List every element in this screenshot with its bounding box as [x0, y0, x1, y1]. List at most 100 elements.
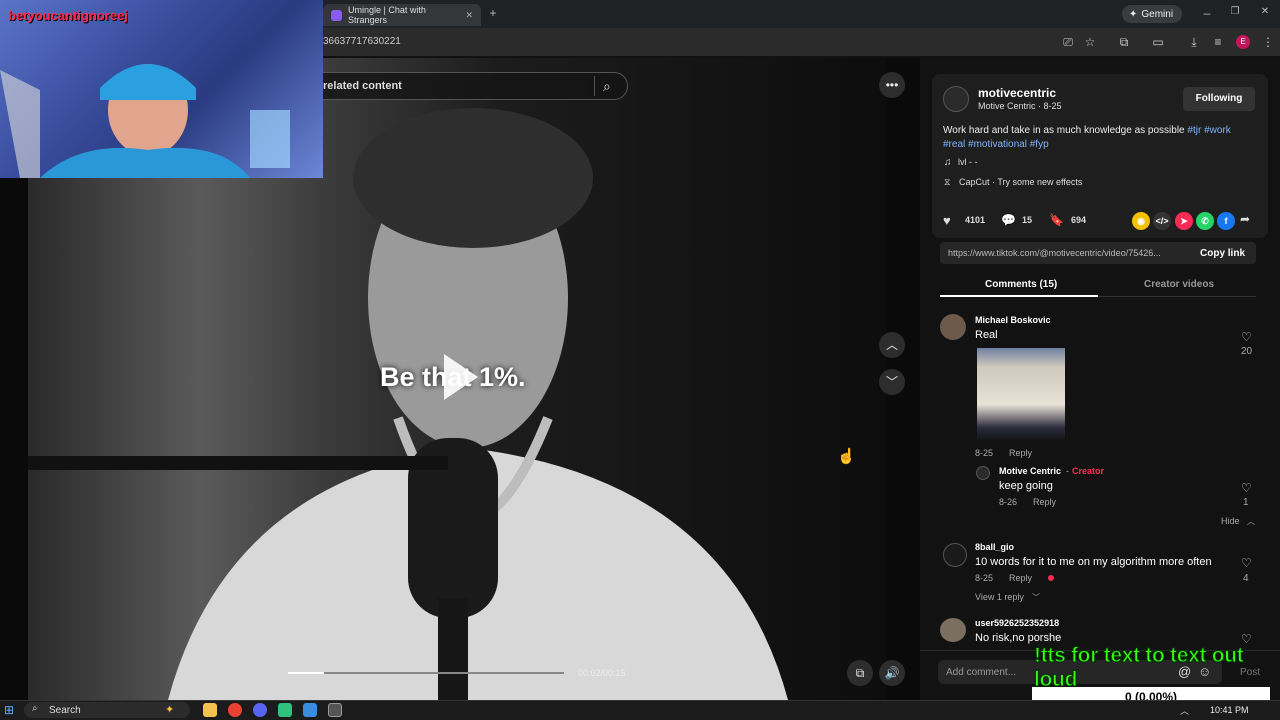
reply-avatar[interactable]: [976, 466, 990, 480]
comment-like-count: 4: [1243, 573, 1249, 584]
bookmark-star-icon[interactable]: ☆: [1082, 34, 1098, 50]
gemini-button[interactable]: ✦ Gemini: [1122, 5, 1183, 23]
chevron-up-icon[interactable]: ︿: [1247, 516, 1255, 527]
commenter-avatar[interactable]: [943, 543, 967, 567]
taskbar-search-icon: ⌕: [32, 703, 38, 714]
effect-label[interactable]: CapCut · Try some new effects: [959, 177, 1082, 187]
comment-image[interactable]: [977, 348, 1065, 442]
send-to-friends-icon[interactable]: ➤: [1175, 212, 1193, 230]
hashtag-tjr[interactable]: #tjr: [1187, 125, 1201, 136]
following-button[interactable]: Following: [1183, 87, 1255, 111]
comment-username[interactable]: 8ball_gio: [975, 542, 1014, 552]
comment-like-icon[interactable]: ♡: [1241, 556, 1252, 570]
app-icon[interactable]: [303, 703, 317, 717]
hashtag-work[interactable]: #work: [1204, 125, 1231, 136]
comment-like-icon[interactable]: ♡: [1241, 330, 1252, 344]
new-tab-button[interactable]: +: [484, 6, 502, 20]
comment-input[interactable]: Add comment...: [946, 667, 1016, 678]
minimize-window-button[interactable]: –: [1198, 6, 1216, 20]
comment-text: No risk,no porshe: [975, 632, 1062, 644]
comment-date: 8-25: [975, 448, 994, 458]
search-input[interactable]: related content: [323, 80, 402, 92]
comment-text: 10 words for it to me on my algorithm mo…: [975, 556, 1212, 568]
close-tab-icon[interactable]: ✕: [465, 10, 473, 21]
webcam-name-overlay: betyoucantignoreej: [8, 8, 128, 23]
video-progress-bar[interactable]: [288, 672, 564, 674]
picture-in-picture-icon[interactable]: ⧉: [847, 660, 873, 686]
hashtag-motivational[interactable]: #motivational: [968, 139, 1027, 150]
creator-meta: Motive Centric · 8-25: [978, 101, 1062, 111]
app-icon[interactable]: [278, 703, 292, 717]
reply-like-icon[interactable]: ♡: [1241, 481, 1252, 495]
reply-username[interactable]: Motive Centric: [999, 466, 1061, 476]
browser-tab[interactable]: Umingle | Chat with Strangers ✕: [323, 4, 481, 26]
capcut-icon: ⧖: [944, 177, 951, 187]
search-divider: [594, 76, 595, 96]
music-note-icon: ♫: [944, 157, 952, 168]
url-text[interactable]: 36637717630221: [323, 36, 401, 47]
sound-name[interactable]: lvl - -: [958, 157, 978, 167]
obs-icon[interactable]: [328, 703, 342, 717]
previous-video-chevron-up-icon[interactable]: ︿: [879, 332, 905, 358]
tab-comments[interactable]: Comments (15): [985, 279, 1057, 290]
view-replies-button[interactable]: View 1 reply: [975, 592, 1024, 602]
reply-button[interactable]: Reply: [1009, 448, 1032, 458]
facebook-icon[interactable]: f: [1217, 212, 1235, 230]
sidepanel-icon[interactable]: ▭: [1150, 34, 1166, 50]
discord-icon[interactable]: [253, 703, 267, 717]
file-explorer-icon[interactable]: [203, 703, 217, 717]
download-icon[interactable]: ⤓: [1186, 34, 1202, 50]
tray-chevron-up-icon[interactable]: ︿: [1180, 704, 1189, 717]
save-count: 694: [1071, 215, 1087, 225]
creator-avatar[interactable]: [943, 86, 969, 112]
comment-username[interactable]: Michael Boskovic: [975, 315, 1051, 325]
windows-start-icon[interactable]: ⊞: [4, 703, 14, 717]
creator-badge: Creator: [1072, 466, 1105, 476]
coin-icon[interactable]: ◉: [1132, 212, 1150, 230]
copy-link-button[interactable]: Copy link: [1200, 248, 1245, 259]
windows-taskbar: [0, 700, 1280, 720]
taskbar-search-label: Search: [49, 705, 81, 716]
taskbar-clock[interactable]: 10:41 PM: [1210, 705, 1249, 715]
embed-code-icon[interactable]: </>: [1153, 212, 1171, 230]
close-window-button[interactable]: ✕: [1256, 6, 1274, 17]
extensions-icon[interactable]: ⧉: [1116, 34, 1132, 50]
reading-list-icon[interactable]: ≡: [1210, 34, 1226, 50]
reply-text: keep going: [999, 480, 1053, 492]
hide-replies-button[interactable]: Hide: [1221, 516, 1240, 526]
tab-title: Umingle | Chat with Strangers: [348, 5, 426, 25]
hashtag-real[interactable]: #real: [943, 139, 965, 150]
menu-kebab-icon[interactable]: ⋮: [1260, 34, 1276, 50]
video-link[interactable]: https://www.tiktok.com/@motivecentric/vi…: [948, 248, 1161, 258]
more-options-icon[interactable]: •••: [879, 72, 905, 98]
whatsapp-icon[interactable]: ✆: [1196, 212, 1214, 230]
streamer-webcam: [0, 0, 323, 178]
tab-creator-videos[interactable]: Creator videos: [1144, 279, 1214, 290]
bookmark-icon[interactable]: 🔖: [1049, 213, 1064, 227]
reply-button[interactable]: Reply: [1009, 573, 1032, 583]
comment-icon[interactable]: 💬: [1001, 213, 1016, 227]
share-arrow-icon[interactable]: ➦: [1240, 212, 1250, 226]
hashtag-fyp[interactable]: #fyp: [1030, 139, 1049, 150]
volume-icon[interactable]: 🔊: [879, 660, 905, 686]
comment-count: 15: [1022, 215, 1033, 225]
chrome-icon[interactable]: [228, 703, 242, 717]
like-heart-icon[interactable]: ♥: [943, 213, 951, 228]
next-video-chevron-down-icon[interactable]: ﹀: [879, 369, 905, 395]
description-text: Work hard and take in as much knowledge …: [943, 125, 1185, 136]
play-icon[interactable]: [440, 352, 480, 402]
reply-like-count: 1: [1243, 497, 1249, 508]
webcam-scene-illustration: [0, 64, 290, 178]
reply-reply-button[interactable]: Reply: [1033, 497, 1056, 507]
maximize-window-button[interactable]: ❐: [1226, 6, 1244, 17]
comment-date: 8-25: [975, 573, 994, 583]
commenter-avatar[interactable]: [940, 618, 966, 642]
copilot-sparkle-icon[interactable]: ✦: [165, 703, 174, 716]
cast-icon[interactable]: ⎚: [1060, 34, 1076, 50]
chevron-down-icon[interactable]: ﹀: [1032, 592, 1040, 603]
profile-avatar[interactable]: E: [1236, 35, 1250, 49]
creator-username[interactable]: motivecentric: [978, 86, 1056, 100]
comment-username[interactable]: user5926252352918: [975, 618, 1059, 628]
search-icon[interactable]: ⌕: [603, 78, 611, 95]
commenter-avatar[interactable]: [940, 314, 966, 340]
